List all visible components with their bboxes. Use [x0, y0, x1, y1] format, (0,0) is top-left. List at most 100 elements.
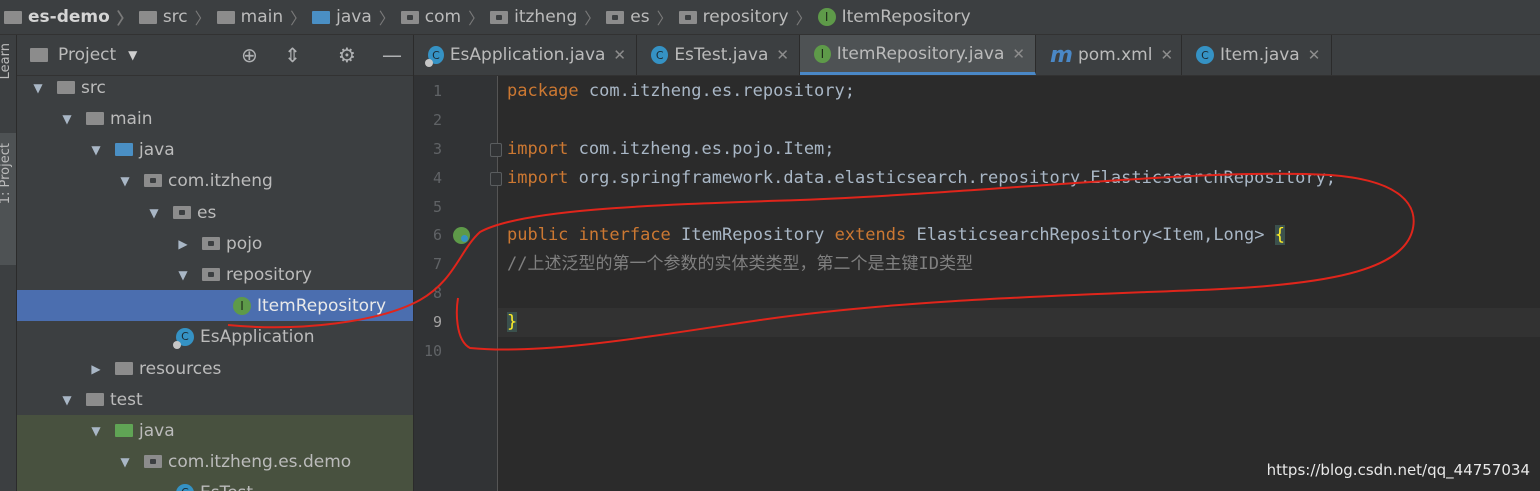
expand-arrow-icon[interactable]: ▼	[147, 206, 161, 220]
tree-item-com-itzheng[interactable]: ▼ com.itzheng	[17, 165, 413, 196]
code-text: org.springframework.data.elasticsearch.r…	[568, 168, 1337, 188]
breadcrumb-item-itzheng[interactable]: itzheng 〉	[484, 0, 600, 34]
expand-arrow-icon[interactable]: ▼	[60, 393, 74, 407]
breadcrumb-label: main	[240, 7, 284, 27]
chevron-down-icon[interactable]: ▼	[128, 48, 137, 62]
folder-icon	[138, 10, 157, 24]
project-tool-tab-label: 1: Project	[0, 143, 13, 205]
expand-arrow-icon[interactable]: ▶	[176, 237, 190, 251]
learn-tool-tab[interactable]: Learn	[0, 43, 13, 79]
tree-item-main[interactable]: ▼ main	[17, 103, 413, 134]
tab-label: pom.xml	[1077, 45, 1153, 65]
tree-item-resources[interactable]: ▶ resources	[17, 353, 413, 384]
chevron-right-icon: 〉	[116, 9, 133, 28]
chevron-right-icon: 〉	[795, 9, 812, 28]
interface-icon: I	[817, 8, 836, 26]
expand-arrow-icon[interactable]: ▼	[60, 112, 74, 126]
close-icon[interactable]: ✕	[1308, 46, 1321, 64]
keyword: interface	[578, 225, 671, 245]
code-line-7[interactable]: //上述泛型的第一个参数的实体类类型，第二个是主键ID类型	[498, 250, 1540, 279]
code-line-4[interactable]: import org.springframework.data.elastics…	[498, 164, 1540, 193]
hide-panel-icon[interactable]: —	[382, 44, 402, 66]
tree-item-esapplication[interactable]: C EsApplication	[17, 321, 413, 352]
code-line-3[interactable]: import com.itzheng.es.pojo.Item;	[498, 135, 1540, 164]
package-icon	[173, 206, 191, 219]
breadcrumb-item-repository[interactable]: repository 〉	[673, 0, 812, 34]
expand-arrow-icon[interactable]: ▼	[176, 268, 190, 282]
expand-arrow-icon[interactable]: ▶	[89, 362, 103, 376]
project-panel: Project ▼ ⊕ ⇕ ⚙ — ▼ src ▼ main ▼ java ▼ …	[17, 35, 414, 491]
expand-arrow-icon[interactable]: ▼	[31, 81, 45, 95]
project-panel-header: Project ▼ ⊕ ⇕ ⚙ —	[17, 35, 413, 76]
tree-item-label: repository	[226, 264, 312, 285]
package-icon	[490, 10, 509, 24]
project-tool-tab[interactable]: 1: Project	[0, 133, 16, 265]
class-icon: C	[1196, 46, 1214, 64]
tree-item-label: main	[110, 108, 153, 129]
tab-label: EsTest.java	[674, 45, 769, 65]
line-number: 7	[432, 255, 442, 273]
tab-item[interactable]: C Item.java ✕	[1182, 35, 1332, 75]
breadcrumb-item-project[interactable]: es-demo 〉	[0, 0, 133, 34]
breadcrumb-label: itzheng	[514, 7, 578, 27]
breadcrumb-item-com[interactable]: com 〉	[395, 0, 484, 34]
project-view-icon	[30, 48, 48, 62]
breadcrumb-item-itemrepository[interactable]: I ItemRepository	[812, 0, 971, 34]
tree-item-com-itzheng-es-demo[interactable]: ▼ com.itzheng.es.demo	[17, 446, 413, 477]
collapse-all-icon[interactable]: ⇕	[284, 44, 301, 66]
tree-item-src[interactable]: ▼ src	[17, 72, 413, 103]
close-icon[interactable]: ✕	[1012, 45, 1025, 63]
spring-boot-class-icon: C	[425, 46, 444, 67]
tab-itemrepository[interactable]: I ItemRepository.java ✕	[800, 35, 1036, 75]
line-number: 6	[432, 226, 442, 244]
close-icon[interactable]: ✕	[613, 46, 626, 64]
tree-item-label: java	[139, 139, 175, 160]
folder-icon	[216, 10, 235, 24]
line-number: 2	[432, 111, 442, 129]
expand-arrow-icon[interactable]: ▼	[118, 455, 132, 469]
breadcrumb-item-main[interactable]: main 〉	[211, 0, 307, 34]
breadcrumb-label: java	[336, 7, 372, 27]
breadcrumb-item-es[interactable]: es 〉	[600, 0, 673, 34]
code-line-1[interactable]: package com.itzheng.es.repository;	[498, 77, 1540, 106]
tree-item-itemrepository[interactable]: I ItemRepository	[17, 290, 413, 321]
keyword: public	[507, 225, 569, 245]
breadcrumb-item-src[interactable]: src 〉	[133, 0, 211, 34]
type-name: ElasticsearchRepository	[916, 225, 1152, 245]
expand-arrow-icon[interactable]: ▼	[118, 174, 132, 188]
breadcrumb: es-demo 〉 src 〉 main 〉 java 〉 com 〉 itzh…	[0, 0, 1540, 35]
breadcrumb-label: es-demo	[28, 7, 110, 27]
line-number: 9	[432, 313, 442, 331]
tab-estest[interactable]: C EsTest.java ✕	[637, 35, 800, 75]
editor-tab-bar: C EsApplication.java ✕ C EsTest.java ✕ I…	[414, 35, 1540, 76]
tab-esapplication[interactable]: C EsApplication.java ✕	[414, 35, 637, 75]
code-line-9[interactable]: }	[498, 308, 1540, 337]
close-icon[interactable]: ✕	[1160, 46, 1173, 64]
source-folder-icon	[312, 10, 331, 24]
class-icon: C	[651, 46, 669, 64]
tree-item-test[interactable]: ▼ test	[17, 384, 413, 415]
tree-item-pojo[interactable]: ▶ pojo	[17, 228, 413, 259]
breadcrumb-item-java[interactable]: java 〉	[306, 0, 395, 34]
keyword: extends	[834, 225, 907, 245]
locate-file-icon[interactable]: ⊕	[241, 44, 258, 66]
expand-arrow-icon[interactable]: ▼	[89, 143, 103, 157]
tree-item-repository[interactable]: ▼ repository	[17, 259, 413, 290]
breadcrumb-label: ItemRepository	[841, 7, 971, 27]
close-icon[interactable]: ✕	[776, 46, 789, 64]
tree-item-test-java[interactable]: ▼ java	[17, 415, 413, 446]
tab-pom[interactable]: m pom.xml ✕	[1036, 35, 1182, 75]
implemented-marker-icon[interactable]	[453, 227, 470, 244]
gear-icon[interactable]: ⚙	[338, 44, 356, 66]
tree-item-es[interactable]: ▼ es	[17, 197, 413, 228]
line-number: 1	[432, 82, 442, 100]
project-view-selector[interactable]: Project	[58, 45, 116, 65]
breadcrumb-label: com	[424, 7, 462, 27]
code-line-6[interactable]: public interface ItemRepository extends …	[498, 221, 1540, 250]
tree-item-java[interactable]: ▼ java	[17, 134, 413, 165]
chevron-right-icon: 〉	[290, 9, 307, 28]
expand-arrow-icon[interactable]: ▼	[89, 424, 103, 438]
tree-item-estest[interactable]: C EsTest	[17, 477, 413, 491]
tree-item-label: ItemRepository	[257, 295, 387, 316]
spring-boot-class-icon: C	[176, 483, 194, 491]
